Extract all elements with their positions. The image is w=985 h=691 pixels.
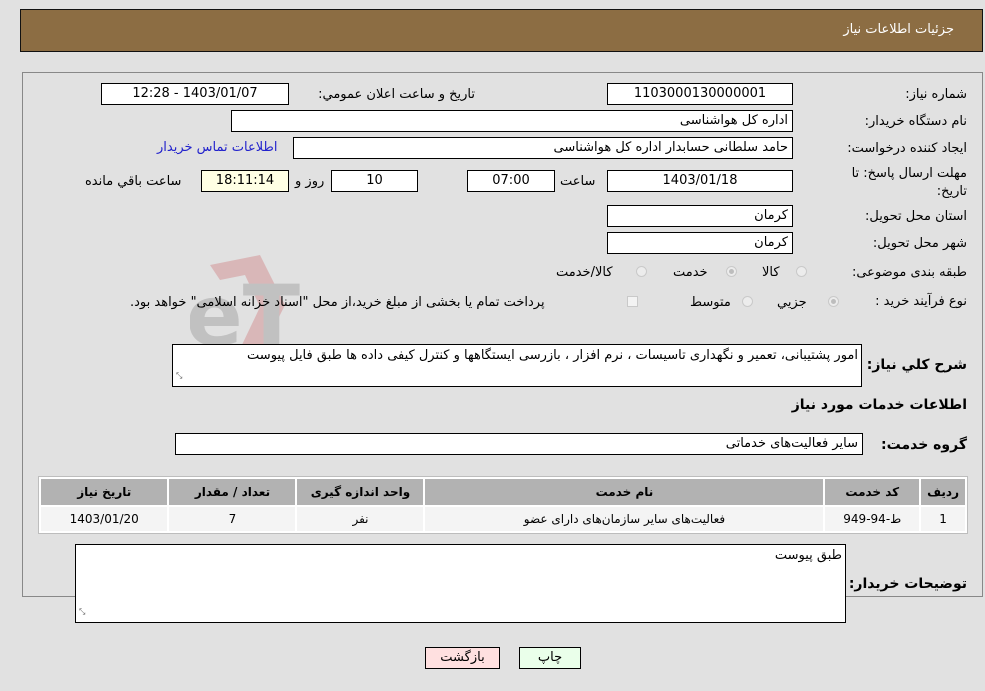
cell-unit: نفر [297,507,424,531]
buyer-contact-link[interactable]: اطلاعات تماس خریدار [157,140,277,155]
cell-quantity: 7 [169,507,296,531]
cell-need-date: 1403/01/20 [41,507,168,531]
description-label: شرح کلي نیاز: [866,357,967,373]
services-section-title: اطلاعات خدمات مورد نیاز [791,397,967,413]
buyer-notes-textarea[interactable]: طبق پیوست ⤡ [75,544,846,623]
category-option-goods: کالا [762,265,780,280]
days-remaining-field[interactable]: 10 [331,170,418,192]
creator-field[interactable]: حامد سلطانی حسابدار اداره کل هواشناسی [293,137,793,159]
col-quantity: تعداد / مقدار [169,479,296,505]
need-number-label: شماره نیاز: [905,87,967,102]
process-option-medium: متوسط [690,295,731,310]
process-label: نوع فرآیند خرید : [875,294,967,309]
buyer-notes-text: طبق پیوست [774,548,842,563]
description-text: امور پشتیبانی، تعمیر و نگهداری تاسیسات ،… [247,348,858,363]
resize-grip-icon[interactable]: ⤡ [176,367,182,384]
city-label: شهر محل تحویل: [872,236,967,251]
back-button[interactable]: بازگشت [425,647,500,669]
service-group-field[interactable]: سایر فعالیت‌های خدماتی [175,433,863,455]
page-header: جزئیات اطلاعات نیاز [20,9,983,52]
services-table: ردیف کد خدمت نام خدمت واحد اندازه گیری ت… [38,476,968,534]
page-title: جزئیات اطلاعات نیاز [843,22,954,37]
creator-label: ایجاد کننده درخواست: [847,141,967,156]
buyer-org-label: نام دستگاه خریدار: [864,114,967,129]
col-need-date: تاریخ نیاز [41,479,168,505]
treasury-payment-checkbox[interactable] [627,296,638,307]
description-textarea[interactable]: امور پشتیبانی، تعمیر و نگهداری تاسیسات ،… [172,344,862,387]
need-number-field[interactable]: 1103000130000001 [607,83,793,105]
category-option-service: خدمت [673,265,708,280]
time-remaining-field: 18:11:14 [201,170,289,192]
deadline-label: مهلت ارسال پاسخ: تا تاریخ: [851,166,967,199]
col-unit: واحد اندازه گیری [297,479,424,505]
col-service-name: نام خدمت [425,479,824,505]
deadline-date-field[interactable]: 1403/01/18 [607,170,793,192]
deadline-time-field[interactable]: 07:00 [467,170,555,192]
print-button[interactable]: چاپ [519,647,581,669]
cell-service-code: ط-94-949 [825,507,920,531]
category-option-goods-service: کالا/خدمت [556,265,613,280]
resize-grip-icon[interactable]: ⤡ [79,603,85,620]
buyer-notes-label: توضیحات خریدار: [848,576,967,592]
col-service-code: کد خدمت [825,479,920,505]
announce-label: تاریخ و ساعت اعلان عمومي: [318,87,475,102]
time-remaining-label: ساعت باقي مانده [85,174,182,189]
process-radio-minor[interactable] [828,296,839,307]
process-radio-medium[interactable] [742,296,753,307]
process-option-minor: جزیي [777,295,807,310]
cell-service-name: فعالیت‌های سایر سازمان‌های دارای عضو [425,507,824,531]
days-label: روز و [295,174,325,189]
province-field[interactable]: کرمان [607,205,793,227]
province-label: استان محل تحویل: [865,209,967,224]
category-label: طبقه بندی موضوعی: [851,265,967,280]
table-header-row: ردیف کد خدمت نام خدمت واحد اندازه گیری ت… [41,479,965,505]
col-row-number: ردیف [921,479,965,505]
category-radio-goods-service[interactable] [636,266,647,277]
category-radio-service[interactable] [726,266,737,277]
deadline-time-label: ساعت [560,174,596,189]
service-group-label: گروه خدمت: [881,437,967,453]
treasury-payment-note: پرداخت تمام یا بخشی از مبلغ خرید،از محل … [130,295,545,310]
cell-row-number: 1 [921,507,965,531]
category-radio-goods[interactable] [796,266,807,277]
table-row[interactable]: 1 ط-94-949 فعالیت‌های سایر سازمان‌های دا… [41,507,965,531]
announce-datetime-field[interactable]: 1403/01/07 - 12:28 [101,83,289,105]
city-field[interactable]: کرمان [607,232,793,254]
buyer-org-field[interactable]: اداره کل هواشناسی [231,110,793,132]
